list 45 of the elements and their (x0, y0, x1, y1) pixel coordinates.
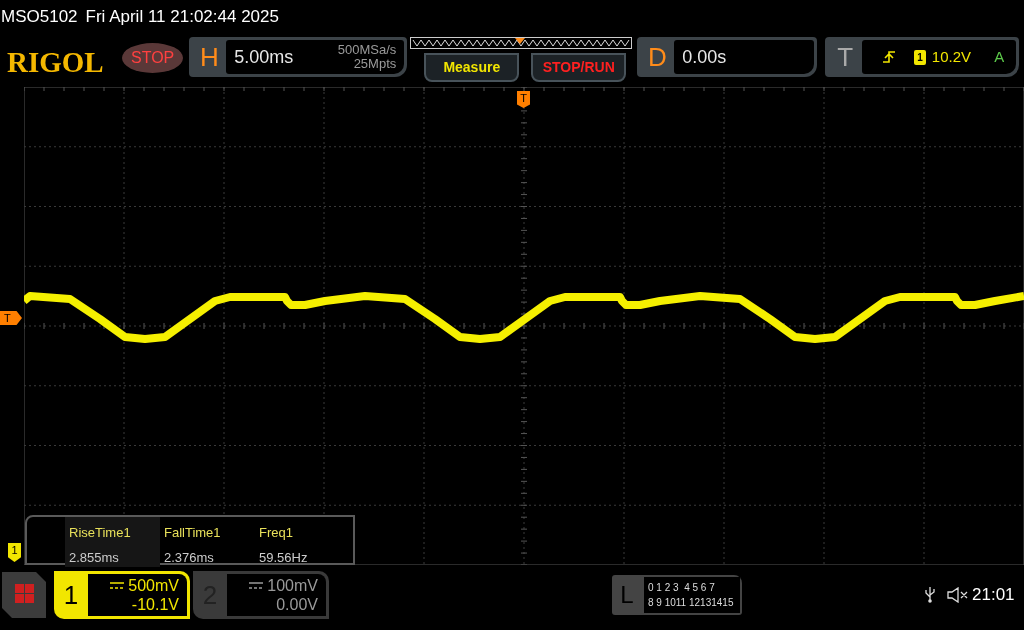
delay-value: 0.00s (682, 45, 727, 69)
usb-icon (925, 587, 935, 603)
channel-number: 1 (62, 578, 80, 612)
rising-edge-icon (882, 50, 897, 64)
channel-panel[interactable]: 1 500mV -10.1V (54, 571, 190, 619)
dc-coupling-icon (249, 581, 264, 590)
measurement-value: 2.376ms (164, 548, 215, 567)
delay-panel[interactable]: D 0.00s (637, 37, 818, 77)
horizontal-label: H (198, 40, 220, 74)
dc-coupling-icon (110, 581, 125, 590)
delay-label: D (646, 40, 668, 74)
trigger-panel[interactable]: T 1 10.2V A (825, 37, 1020, 77)
menu-icon[interactable] (2, 572, 46, 618)
date-time: Fri April 11 21:02:44 2025 (85, 7, 279, 26)
channel-scale: 100mV (267, 576, 318, 595)
measure-button[interactable]: Measure (424, 53, 520, 82)
logic-channel-numbers: 0 1 2 3 4 5 6 7 (648, 581, 716, 595)
trigger-level-marker[interactable]: T (0, 311, 22, 325)
channel-offset-marker[interactable]: 1 (8, 543, 21, 562)
trigger-position-marker[interactable]: T (517, 91, 530, 108)
stop-run-button[interactable]: STOP/RUN (531, 53, 627, 82)
logic-label: L (619, 580, 635, 610)
trigger-level: 10.2V (931, 46, 972, 67)
measurement-name: Freq1 (259, 524, 294, 542)
clock-time: 21:01 (972, 584, 1015, 607)
logic-panel[interactable]: L 0 1 2 3 4 5 6 7 8 9 1011 12131415 (612, 575, 742, 615)
horizontal-panel[interactable]: H 5.00ms 500MSa/s 25Mpts (189, 37, 408, 77)
channel-scale: 500mV (128, 576, 179, 595)
measurement-name: RiseTime1 (69, 524, 132, 542)
measurement-value: 59.56Hz (259, 548, 309, 567)
channel-offset: -10.1V (130, 595, 179, 614)
channel-offset: 0.00V (275, 595, 318, 614)
run-state-indicator: STOP (122, 43, 184, 73)
memory-depth: 25Mpts (352, 57, 397, 71)
speaker-muted-icon[interactable] (947, 587, 969, 603)
timebase-value: 5.00ms (234, 45, 294, 69)
sample-rate: 500MSa/s (337, 43, 397, 57)
brand-logo: RIGOL (7, 45, 105, 80)
trigger-source: 1 (914, 49, 926, 65)
measurement-value: 2.855ms (69, 548, 120, 567)
measurement-name: FallTime1 (164, 524, 222, 542)
logic-channel-numbers: 8 9 1011 12131415 (648, 596, 735, 610)
model-name: MSO5102 (1, 7, 78, 26)
trigger-label: T (836, 40, 855, 74)
trigger-mode: A (994, 46, 1005, 67)
